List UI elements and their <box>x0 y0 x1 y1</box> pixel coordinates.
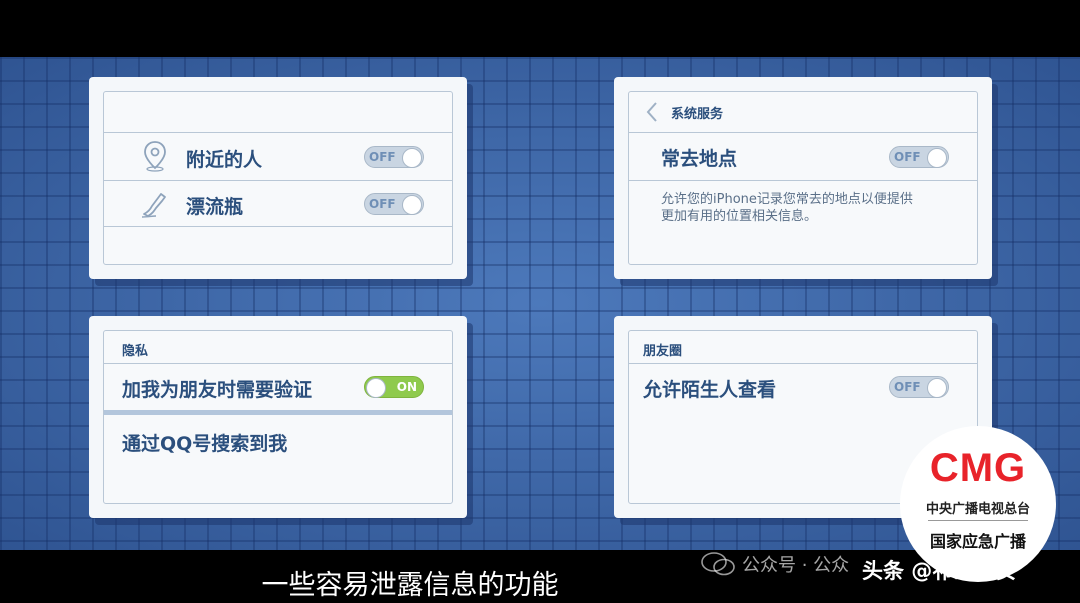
divider <box>104 132 452 133</box>
drift-bottle-toggle[interactable]: OFF <box>364 193 424 215</box>
divider <box>104 226 452 227</box>
divider <box>104 363 452 364</box>
back-chevron-icon[interactable] <box>645 101 659 123</box>
card-nearby: 附近的人 OFF 漂流瓶 OFF <box>89 77 467 279</box>
section-divider <box>104 410 452 415</box>
verify-friend-label: 加我为朋友时需要验证 <box>122 379 313 401</box>
logo-rule <box>928 520 1028 521</box>
drift-bottle-icon <box>141 193 166 218</box>
toggle-state: OFF <box>369 150 396 164</box>
nearby-people-toggle[interactable]: OFF <box>364 146 424 168</box>
toggle-knob <box>402 148 422 168</box>
toggle-knob <box>366 378 386 398</box>
toutiao-brand: 头条 @祁东公安 <box>862 559 1017 583</box>
watermark-text: 公众号 · 公众 <box>742 555 850 576</box>
verify-friend-toggle[interactable]: ON <box>364 376 424 398</box>
toggle-state: OFF <box>369 197 396 211</box>
toggle-knob <box>402 195 422 215</box>
description-line: 更加有用的位置相关信息。 <box>661 209 818 224</box>
toggle-knob <box>927 148 947 168</box>
divider <box>629 132 977 133</box>
search-by-qq-label: 通过QQ号搜索到我 <box>122 433 288 455</box>
card-system-services: 系统服务 常去地点 OFF 允许您的iPhone记录您常去的地点以便提供 更加有… <box>614 77 992 279</box>
wechat-watermark: 公众号 · 公众 <box>742 551 849 577</box>
frequent-locations-label: 常去地点 <box>661 148 738 170</box>
card-privacy: 隐私 加我为朋友时需要验证 ON 通过QQ号搜索到我 <box>89 316 467 518</box>
toggle-state: ON <box>396 380 417 394</box>
subtitle-text: 一些容易泄露信息的功能 <box>261 570 559 601</box>
drift-bottle-label: 漂流瓶 <box>186 196 244 218</box>
divider <box>629 180 977 181</box>
divider <box>104 180 452 181</box>
location-pin-icon <box>144 141 166 172</box>
toggle-knob <box>927 378 947 398</box>
privacy-header: 隐私 <box>122 344 149 359</box>
nearby-people-label: 附近的人 <box>186 149 263 171</box>
logo-line2: 国家应急广播 <box>929 532 1026 551</box>
moments-header: 朋友圈 <box>643 344 683 359</box>
card-privacy-panel: 隐私 加我为朋友时需要验证 ON 通过QQ号搜索到我 <box>103 330 453 504</box>
frequent-locations-description: 允许您的iPhone记录您常去的地点以便提供 更加有用的位置相关信息。 <box>661 191 913 225</box>
allow-strangers-label: 允许陌生人查看 <box>643 379 777 401</box>
logo-line1: 中央广播电视总台 <box>925 502 1030 517</box>
logo-text: CMG <box>929 446 1027 490</box>
divider <box>629 363 977 364</box>
wechat-icon <box>701 552 735 576</box>
toggle-state: OFF <box>894 380 921 394</box>
card-nearby-panel: 附近的人 OFF 漂流瓶 OFF <box>103 91 453 265</box>
description-line: 允许您的iPhone记录您常去的地点以便提供 <box>661 192 913 207</box>
card-system-panel: 系统服务 常去地点 OFF 允许您的iPhone记录您常去的地点以便提供 更加有… <box>628 91 978 265</box>
system-services-header: 系统服务 <box>671 107 724 122</box>
toggle-state: OFF <box>894 150 921 164</box>
frequent-locations-toggle[interactable]: OFF <box>889 146 949 168</box>
allow-strangers-toggle[interactable]: OFF <box>889 376 949 398</box>
